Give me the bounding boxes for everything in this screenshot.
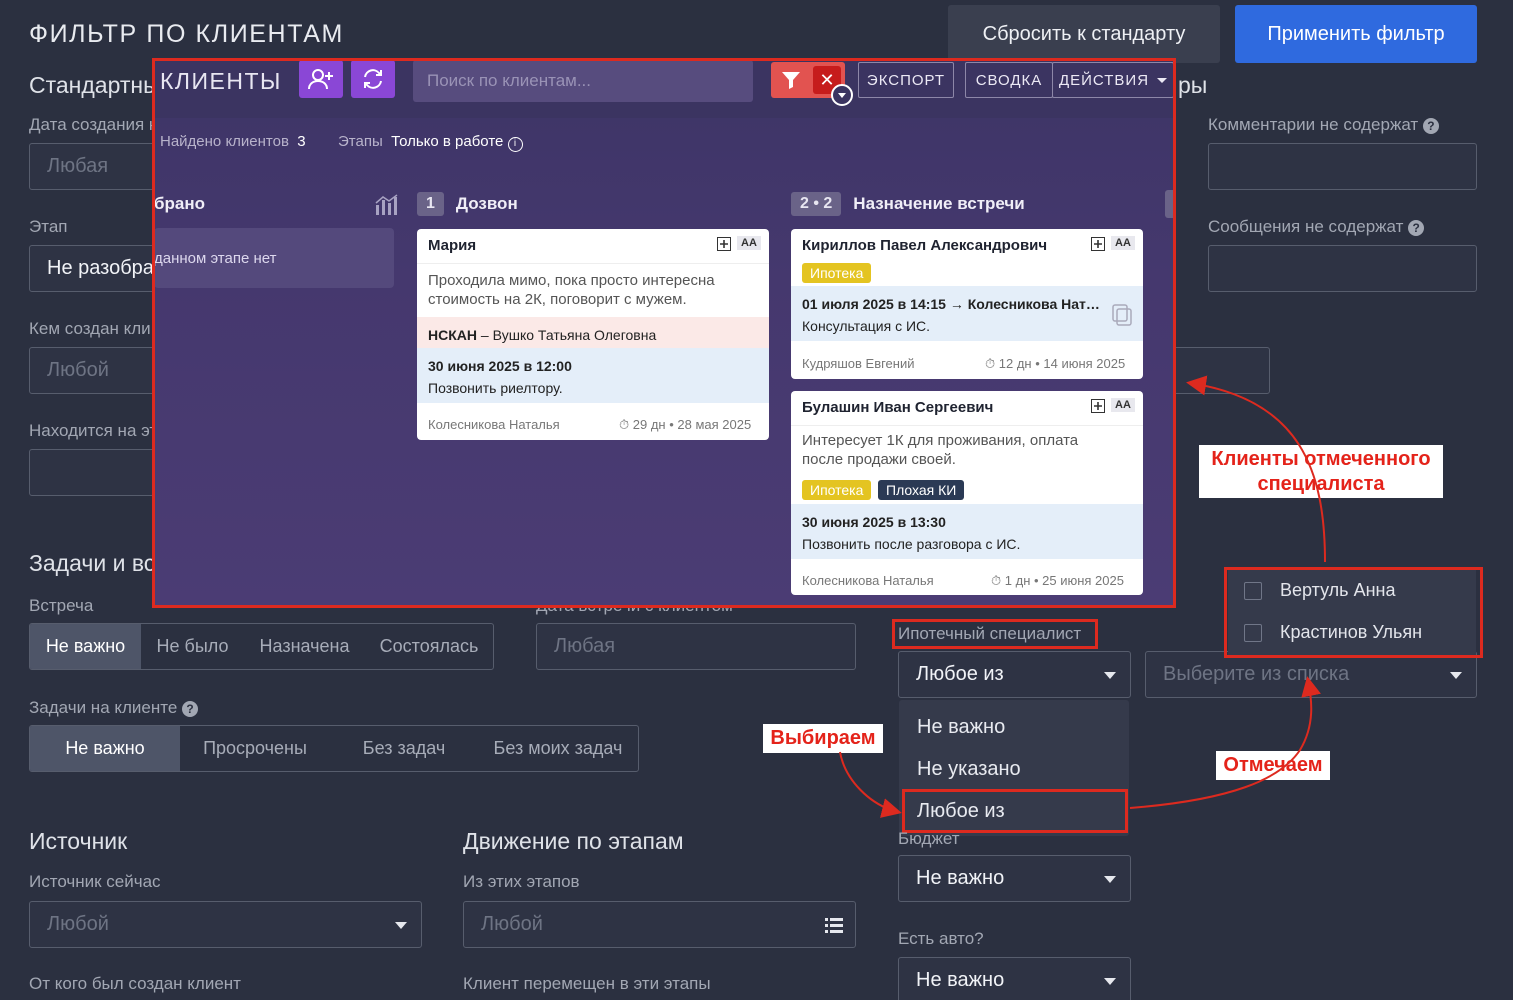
annotation-arrows	[839, 375, 1326, 818]
